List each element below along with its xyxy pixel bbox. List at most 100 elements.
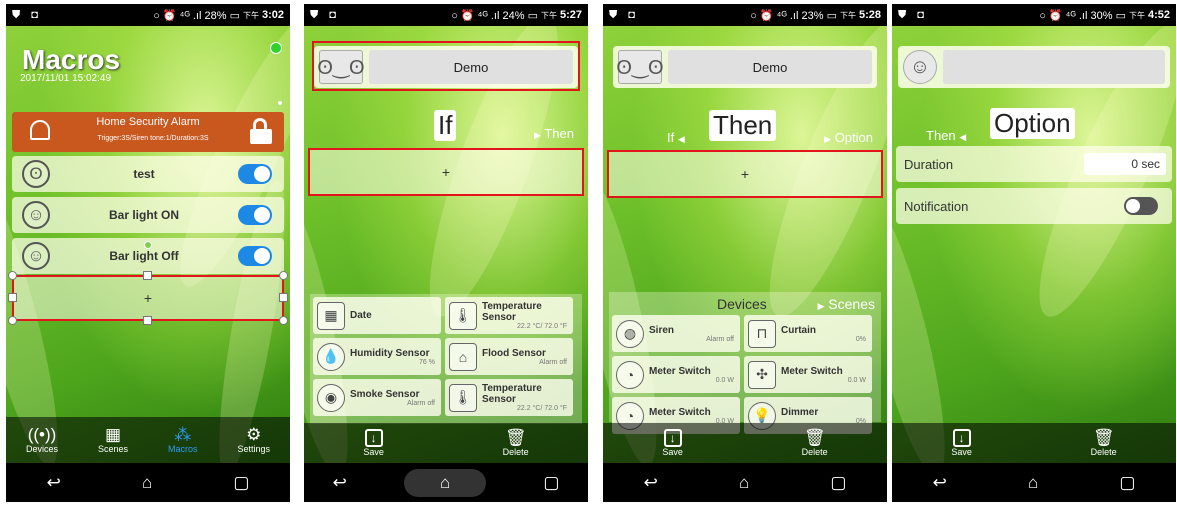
notification-toggle[interactable] — [1124, 197, 1158, 215]
phone-macros-list: ⛊ ◘ ○ ⏰ ⁴ᴳ .ıl 28% ▭ 下午 3:02 Macros 2017… — [6, 4, 290, 502]
status-bar: ⛊ ◘ ○ ⏰ ⁴ᴳ .ıl 23% ▭ 下午 5:28 — [603, 4, 887, 26]
back-icon[interactable]: ↩ — [644, 473, 658, 493]
save-button[interactable]: ↓ Save — [951, 429, 972, 457]
highlight-box — [312, 41, 580, 91]
sensor-name: Temperature Sensor — [482, 383, 542, 405]
resize-handle[interactable] — [8, 293, 17, 302]
device-tile-meter-switch[interactable]: ◔ Meter Switch 0.0 W — [612, 356, 740, 393]
prev-section-link[interactable]: Then ◀ — [926, 128, 966, 143]
resize-handle[interactable] — [8, 271, 17, 280]
resize-handle[interactable] — [279, 293, 288, 302]
arrow-left-icon: ◀ — [959, 132, 967, 142]
home-icon[interactable]: ⌂ — [142, 473, 152, 493]
panda-icon[interactable]: ʘ‿ʘ — [616, 50, 664, 84]
alarm-siren-icon — [30, 120, 50, 140]
status-time: 5:27 — [559, 9, 582, 21]
status-right-icons: ○ ⏰ ⁴ᴳ .ıl 24% ▭ — [451, 9, 538, 22]
macro-row[interactable]: ʘ test — [12, 156, 284, 192]
delete-button[interactable]: 🗑 Delete — [1091, 429, 1117, 458]
datetime-label: 2017/11/01 15:02:49 — [20, 73, 112, 84]
arrow-left-icon: ◀ — [677, 134, 685, 144]
resize-handle[interactable] — [143, 271, 152, 280]
status-left-icons: ⛊ ◘ — [898, 8, 928, 21]
alarm-detail: Trigger:3S/Siren tone:1/Duration:3S — [97, 135, 209, 142]
back-icon[interactable]: ↩ — [333, 473, 347, 493]
sensor-tile-humidity[interactable]: 💧 Humidity Sensor 76 % — [313, 338, 441, 375]
macro-header: ʘ‿ʘ Demo — [613, 46, 877, 88]
status-bar: ⛊ ◘ ○ ⏰ ⁴ᴳ .ıl 30% ▭ 下午 4:52 — [892, 4, 1176, 26]
macro-toggle[interactable] — [238, 246, 272, 266]
delete-button[interactable]: 🗑 Delete — [503, 429, 529, 458]
save-button[interactable]: ↓ Save — [662, 429, 683, 457]
meter-icon: ◔ — [616, 360, 644, 389]
sensor-tile-smoke[interactable]: ◉ Smoke Sensor Alarm off — [313, 379, 441, 416]
next-label: Option — [834, 130, 873, 145]
device-name: Meter Switch — [649, 365, 711, 377]
macro-name-field[interactable]: Demo — [668, 50, 872, 84]
device-tile-meter-switch[interactable]: ✣ Meter Switch 0.0 W — [744, 356, 872, 393]
device-name: Meter Switch — [781, 365, 843, 377]
device-tile-siren[interactable]: ◍ Siren Alarm off — [612, 315, 740, 352]
tab-label: Scenes — [97, 444, 128, 454]
trash-icon: 🗑 — [803, 428, 826, 447]
prev-section-link[interactable]: If ◀ — [667, 130, 685, 145]
recent-apps-icon[interactable]: ▢ — [543, 473, 559, 493]
recent-apps-icon[interactable]: ▢ — [830, 473, 846, 493]
sensor-tile-temperature[interactable]: 🌡 Temperature Sensor 22.2 °C/ 72.0 °F — [445, 379, 573, 416]
tab-settings[interactable]: ⚙ Settings — [237, 426, 270, 455]
siren-icon: ◍ — [616, 319, 644, 348]
home-icon[interactable]: ⌂ — [1028, 473, 1038, 493]
status-right-icons: ○ ⏰ ⁴ᴳ .ıl 30% ▭ — [1039, 9, 1126, 22]
prev-label: Then — [926, 128, 956, 143]
resize-handle[interactable] — [143, 316, 152, 325]
fan-icon: ✣ — [748, 360, 776, 389]
delete-button[interactable]: 🗑 Delete — [802, 428, 828, 458]
rotate-handle[interactable] — [144, 241, 152, 249]
recent-apps-icon[interactable]: ▢ — [1119, 473, 1135, 493]
sensor-tile-flood[interactable]: ⌂ Flood Sensor Alarm off — [445, 338, 573, 375]
tab-devices[interactable]: ((•)) Devices — [25, 426, 58, 455]
status-left-icons: ⛊ ◘ — [609, 8, 639, 21]
smiley-icon: ☺ — [22, 242, 50, 270]
resize-handle[interactable] — [279, 271, 288, 280]
unlock-icon[interactable] — [250, 118, 272, 144]
panda-icon: ʘ — [22, 160, 50, 188]
tab-macros[interactable]: ⁂ Macros — [168, 426, 198, 455]
save-button[interactable]: ↓ Save — [363, 429, 384, 457]
recent-apps-icon[interactable]: ▢ — [233, 473, 249, 493]
alarm-card[interactable]: Home Security Alarm Trigger:3S/Siren ton… — [12, 112, 284, 152]
smiley-icon[interactable]: ☺ — [903, 50, 937, 84]
macro-row[interactable]: ☺ Bar light ON — [12, 197, 284, 233]
tab-devices[interactable]: Devices — [717, 296, 767, 312]
device-status: 0.0 W — [847, 376, 866, 384]
tab-scenes[interactable]: ▦ Scenes — [97, 426, 128, 455]
sensor-tile-date[interactable]: ▦ Date — [313, 297, 441, 334]
macro-name-field[interactable] — [943, 50, 1165, 84]
time-prefix: 下午 — [242, 10, 259, 20]
android-nav-bar: ↩ ⌂ ▢ — [603, 463, 887, 502]
home-icon[interactable]: ⌂ — [739, 473, 749, 493]
tab-scenes[interactable]: ▶ Scenes — [817, 296, 875, 312]
tab-label: Devices — [25, 444, 58, 454]
next-section-link[interactable]: ▶ Option — [824, 130, 873, 145]
device-status: Alarm off — [706, 335, 734, 343]
highlight-box — [308, 148, 584, 196]
tab-label: Settings — [237, 444, 270, 454]
resize-handle[interactable] — [279, 316, 288, 325]
device-tile-curtain[interactable]: ⊓ Curtain 0% — [744, 315, 872, 352]
back-icon[interactable]: ↩ — [47, 473, 61, 493]
duration-input[interactable]: 0 sec — [1084, 153, 1166, 175]
next-section-link[interactable]: ▶ Then — [534, 126, 574, 141]
device-status: 0% — [855, 335, 866, 343]
back-icon[interactable]: ↩ — [933, 473, 947, 493]
macro-toggle[interactable] — [238, 205, 272, 225]
sensor-name: Flood Sensor — [482, 347, 546, 359]
sensor-tile-temperature[interactable]: 🌡 Temperature Sensor 22.2 °C/ 72.0 °F — [445, 297, 573, 334]
macro-toggle[interactable] — [238, 164, 272, 184]
sensor-status: Alarm off — [407, 399, 435, 407]
sensor-name: Date — [350, 310, 372, 321]
resize-handle[interactable] — [8, 316, 17, 325]
notification-label: Notification — [904, 198, 969, 214]
home-icon[interactable]: ⌂ — [403, 468, 487, 497]
status-bar: ⛊ ◘ ○ ⏰ ⁴ᴳ .ıl 24% ▭ 下午 5:27 — [304, 4, 588, 26]
